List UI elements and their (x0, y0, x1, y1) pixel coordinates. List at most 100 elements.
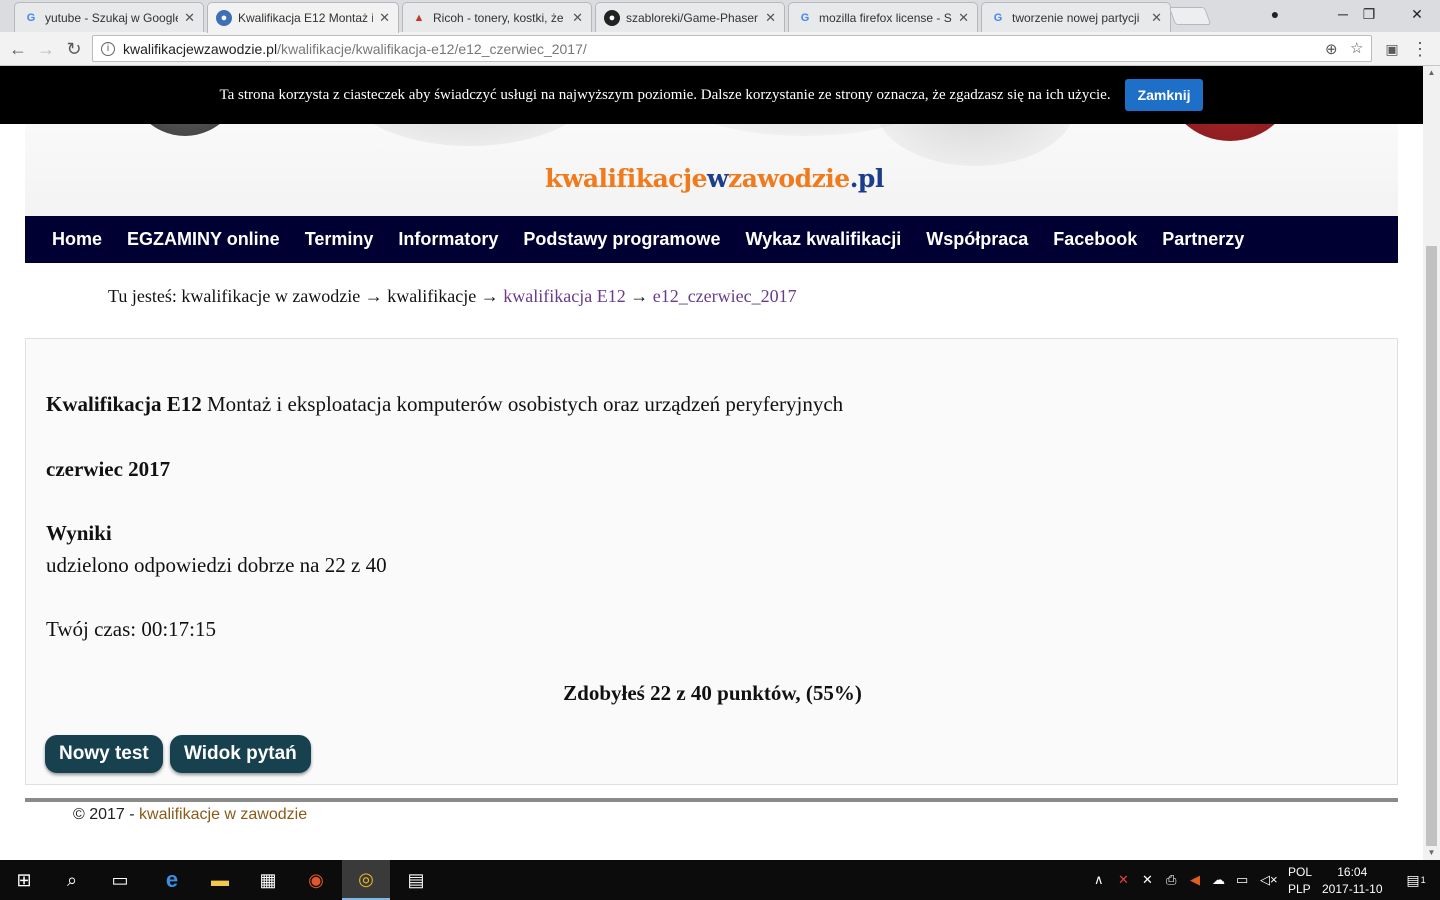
score-summary: Zdobyłeś 22 z 40 punktów, (55%) (563, 681, 862, 705)
view-questions-button[interactable]: Widok pytań (170, 735, 311, 773)
google-icon: G (800, 11, 810, 24)
footer-link[interactable]: kwalifikacje w zawodzie (139, 806, 307, 823)
browser-tab-3[interactable]: ▲ Ricoh - tonery, kostki, że ✕ (402, 2, 592, 32)
breadcrumb: Tu jesteś: kwalifikacje w zawodzie → kwa… (108, 286, 797, 307)
scrollbar-thumb[interactable] (1426, 246, 1437, 846)
breadcrumb-current[interactable]: e12_czerwiec_2017 (653, 286, 797, 306)
network-icon[interactable]: ▭ (1236, 872, 1248, 888)
cookie-message: Ta strona korzysta z ciasteczek aby świa… (219, 86, 1111, 103)
footer-divider (25, 798, 1398, 802)
tray-app-icon[interactable]: ✕ (1118, 872, 1129, 888)
browser-tab-6[interactable]: G tworzenie nowej partycji ✕ (981, 2, 1171, 32)
app-icon[interactable]: ◉ (292, 860, 340, 900)
task-view-icon[interactable]: ▭ (96, 860, 144, 900)
cloud-icon[interactable]: ☁ (1212, 872, 1225, 888)
printer-icon[interactable]: ⎙ (1166, 872, 1176, 888)
breadcrumb-separator: → (360, 286, 388, 306)
restore-icon[interactable]: ❐ (1346, 0, 1392, 28)
breadcrumb-kwalifikacje[interactable]: kwalifikacje (387, 286, 476, 306)
tray-app-icon[interactable]: ✕ (1142, 872, 1153, 888)
tab-title: tworzenie nowej partycji (1012, 10, 1140, 25)
breadcrumb-separator: → (625, 286, 653, 306)
system-clock[interactable]: 16:04 2017-11-10 (1322, 864, 1383, 898)
close-tab-icon[interactable]: ✕ (958, 10, 969, 26)
windows-start-icon[interactable]: ⊞ (0, 860, 48, 900)
nav-informatory[interactable]: Informatory (398, 229, 498, 250)
calculator-icon[interactable]: ▤ (392, 860, 440, 900)
tab-strip: G yutube - Szukaj w Google ✕ ● Kwalifika… (0, 0, 1440, 33)
browser-tab-4[interactable]: ● szabloreki/Game-Phaser ✕ (595, 2, 785, 32)
cookie-bar: Ta strona korzysta z ciasteczek aby świa… (0, 66, 1423, 124)
search-icon[interactable]: ⌕ (48, 860, 96, 900)
tab-title: yutube - Szukaj w Google (45, 10, 179, 25)
breadcrumb-prefix: Tu jesteś: (108, 286, 182, 306)
chrome-icon[interactable]: ◎ (342, 860, 390, 900)
close-window-icon[interactable]: ✕ (1394, 0, 1440, 28)
nav-podstawy-programowe[interactable]: Podstawy programowe (523, 229, 720, 250)
notification-count: 1 (1420, 875, 1426, 885)
close-tab-icon[interactable]: ✕ (379, 10, 390, 26)
close-tab-icon[interactable]: ✕ (572, 10, 583, 26)
nav-egzaminy-online[interactable]: EGZAMINY online (127, 229, 280, 250)
close-tab-icon[interactable]: ✕ (1151, 10, 1162, 26)
forward-icon[interactable]: → (34, 37, 58, 61)
new-tab-button[interactable] (1168, 7, 1212, 25)
nav-home[interactable]: Home (52, 229, 102, 250)
nav-terminy[interactable]: Terminy (305, 229, 374, 250)
globe-icon: ● (216, 10, 232, 26)
extension-icon[interactable]: ▣ (1380, 37, 1404, 61)
tray-app-icon[interactable]: ◀ (1190, 872, 1200, 888)
browser-tab-2[interactable]: ● Kwalifikacja E12 Montaż i ✕ (207, 2, 399, 33)
ricoh-icon: ▲ (413, 11, 425, 24)
scroll-up-icon[interactable]: ▲ (1423, 66, 1440, 80)
browser-tab-1[interactable]: G yutube - Szukaj w Google ✕ (14, 2, 204, 32)
nav-wykaz-kwalifikacji[interactable]: Wykaz kwalifikacji (745, 229, 901, 250)
keyboard-layout: PLP (1288, 882, 1311, 896)
zoom-icon[interactable]: ⊕ (1325, 40, 1338, 58)
main-navigation: Home EGZAMINY online Terminy Informatory… (25, 216, 1398, 263)
input-language[interactable]: POL PLP (1288, 864, 1312, 898)
notification-icon[interactable]: ▤ 1 (1392, 860, 1440, 900)
info-icon[interactable]: i (101, 41, 115, 56)
qualification-title: Kwalifikacja E12 Montaż i eksploatacja k… (46, 392, 843, 417)
breadcrumb-kwalifikacja-e12[interactable]: kwalifikacja E12 (503, 286, 625, 306)
exam-session: czerwiec 2017 (46, 457, 171, 481)
tab-title: Kwalifikacja E12 Montaż i (238, 11, 374, 25)
google-icon: G (26, 11, 36, 24)
windows-taskbar: ⊞ ⌕ ▭ e ▬ ▦ ◉ ◎ ▤ ∧ ✕ ✕ ⎙ ◀ ☁ ▭ ◁× POL PL… (0, 860, 1440, 900)
profile-icon[interactable]: ● (1252, 0, 1298, 28)
address-host: kwalifikacjewzawodzie.pl (123, 40, 278, 57)
file-explorer-icon[interactable]: ▬ (196, 860, 244, 900)
footer: © 2017 - kwalifikacje w zawodzie (73, 806, 307, 824)
tab-title: mozilla firefox license - S (819, 10, 952, 25)
cookie-close-button[interactable]: Zamknij (1124, 79, 1204, 111)
close-tab-icon[interactable]: ✕ (765, 10, 776, 26)
nav-facebook[interactable]: Facebook (1053, 229, 1137, 250)
result-panel: Kwalifikacja E12 Montaż i eksploatacja k… (25, 338, 1398, 785)
close-tab-icon[interactable]: ✕ (184, 10, 195, 26)
menu-icon[interactable]: ⋮ (1408, 37, 1432, 61)
browser-tab-5[interactable]: G mozilla firefox license - S ✕ (788, 2, 978, 32)
clock-time: 16:04 (1337, 865, 1368, 879)
elapsed-time: Twój czas: 00:17:15 (46, 617, 216, 641)
results-heading: Wyniki (46, 521, 112, 545)
scroll-down-icon[interactable]: ▼ (1423, 846, 1440, 860)
store-icon[interactable]: ▦ (244, 860, 292, 900)
tray-expand-icon[interactable]: ∧ (1094, 872, 1104, 888)
reload-icon[interactable]: ↻ (62, 37, 86, 61)
google-icon: G (993, 11, 1003, 24)
back-icon[interactable]: ← (6, 37, 30, 61)
bookmark-star-icon[interactable]: ☆ (1350, 39, 1363, 57)
vertical-scrollbar[interactable]: ▲ ▼ (1423, 66, 1440, 860)
new-test-button[interactable]: Nowy test (45, 735, 163, 773)
qualification-description: Montaż i eksploatacja komputerów osobist… (201, 392, 844, 416)
nav-wspolpraca[interactable]: Współpraca (926, 229, 1028, 250)
site-logo[interactable]: kwalifikacjewzawodzie.pl (545, 164, 884, 193)
answers-summary: udzielono odpowiedzi dobrze na 22 z 40 (46, 553, 387, 577)
breadcrumb-home[interactable]: kwalifikacje w zawodzie (181, 286, 360, 306)
nav-partnerzy[interactable]: Partnerzy (1162, 229, 1244, 250)
qualification-code: Kwalifikacja E12 (46, 392, 202, 416)
edge-icon[interactable]: e (148, 860, 196, 900)
volume-icon[interactable]: ◁× (1260, 872, 1278, 888)
address-bar[interactable]: i kwalifikacjewzawodzie.pl/kwalifikacje/… (92, 35, 1372, 62)
